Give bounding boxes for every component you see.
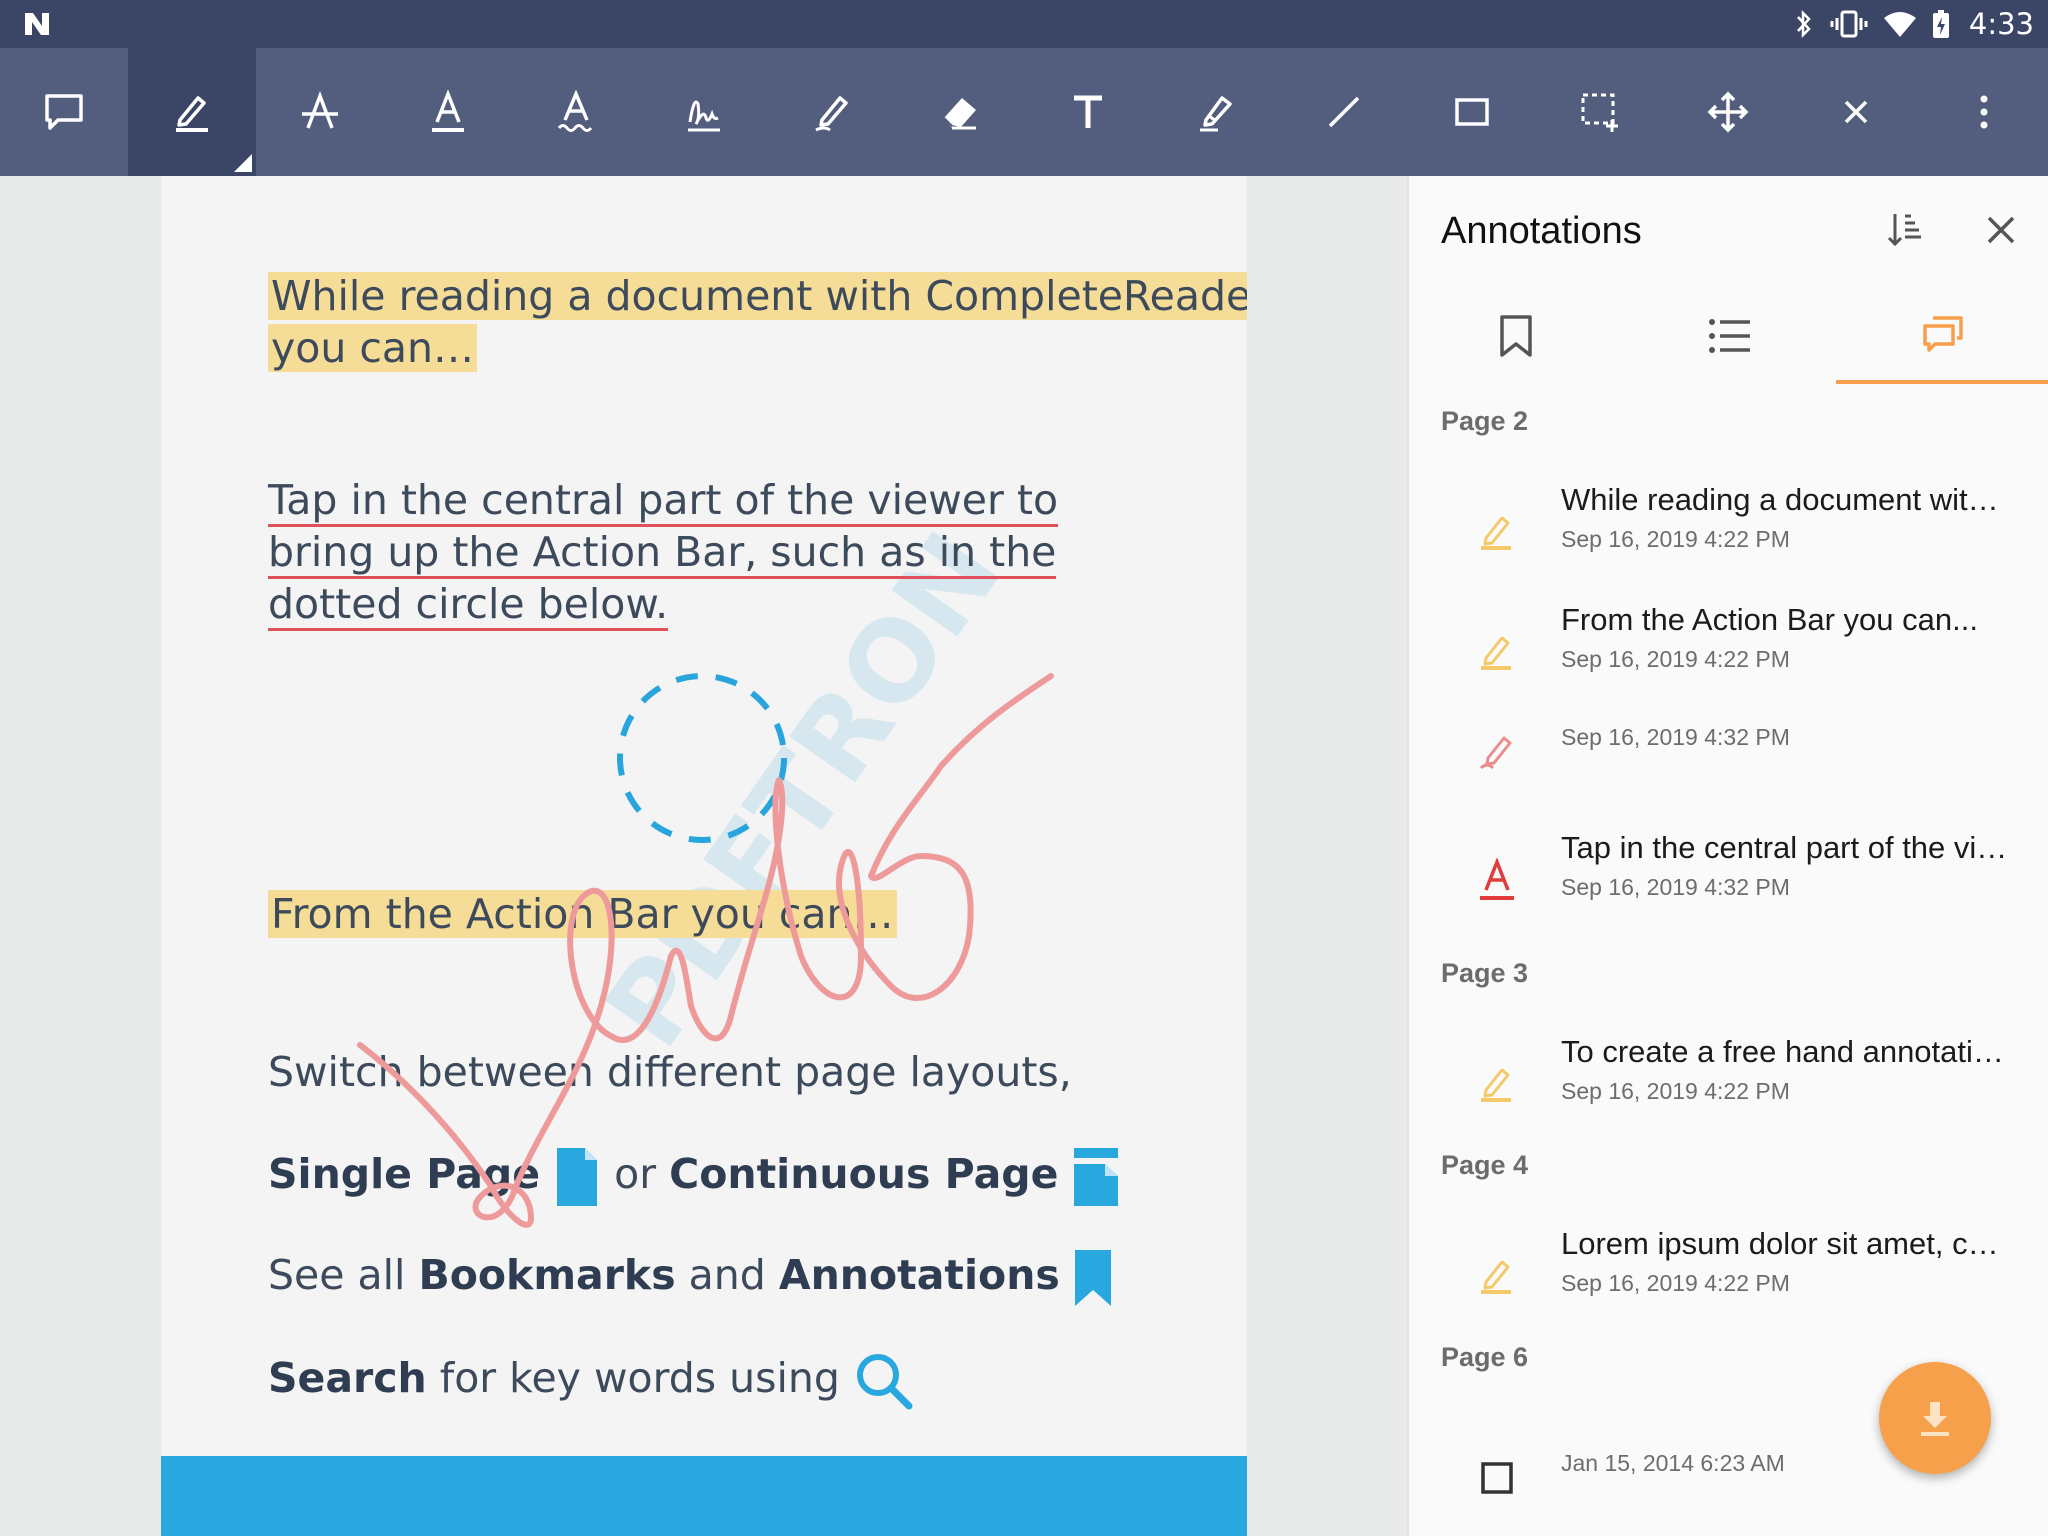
annotation-item[interactable]: From the Action Bar you can... Sep 16, 2… bbox=[1409, 596, 2048, 706]
annotation-title: From the Action Bar you can... bbox=[1561, 602, 1978, 637]
move-icon bbox=[1707, 91, 1749, 133]
signature-tool[interactable] bbox=[640, 48, 768, 176]
highlighter-icon bbox=[1469, 1056, 1525, 1112]
close-panel-button[interactable] bbox=[1969, 198, 2033, 262]
tool-options-indicator bbox=[234, 154, 252, 172]
list-icon bbox=[1709, 319, 1750, 353]
strikeout-tool[interactable] bbox=[256, 48, 384, 176]
more-vertical-icon bbox=[1980, 95, 1988, 129]
comment-tool[interactable] bbox=[0, 48, 128, 176]
annotation-date: Sep 16, 2019 4:22 PM bbox=[1561, 1078, 1790, 1104]
highlighter-icon bbox=[176, 96, 208, 132]
annotation-item[interactable]: To create a free hand annotati… Sep 16, … bbox=[1409, 1028, 2048, 1138]
pan-tool[interactable] bbox=[1664, 48, 1792, 176]
sort-button[interactable] bbox=[1873, 198, 1937, 262]
close-icon bbox=[1987, 216, 2015, 244]
strikeout-icon bbox=[302, 91, 338, 129]
annotation-date: Sep 16, 2019 4:22 PM bbox=[1561, 646, 1790, 672]
highlighter-icon bbox=[1469, 504, 1525, 560]
freehand-tool[interactable] bbox=[768, 48, 896, 176]
close-icon bbox=[1844, 100, 1868, 124]
pen-icon bbox=[815, 96, 848, 132]
annotation-title: Tap in the central part of the vi… bbox=[1561, 830, 2008, 865]
annotations-icon bbox=[1923, 316, 1963, 352]
highlighter-icon bbox=[1469, 1248, 1525, 1304]
annotation-title: While reading a document wit… bbox=[1561, 482, 1999, 517]
tab-bookmarks[interactable] bbox=[1409, 288, 1623, 384]
freetext-tool[interactable] bbox=[1024, 48, 1152, 176]
eraser-icon bbox=[943, 98, 976, 130]
rectangle-icon bbox=[1455, 98, 1489, 126]
annotation-date: Sep 16, 2019 4:32 PM bbox=[1561, 724, 1790, 750]
annotation-title: Lorem ipsum dolor sit amet, c… bbox=[1561, 1226, 1999, 1261]
annotation-toolbar bbox=[0, 48, 2048, 176]
bluetooth-icon bbox=[1796, 9, 1811, 39]
close-toolbar[interactable] bbox=[1792, 48, 1920, 176]
battery-icon bbox=[1932, 10, 1949, 38]
ink-overlay bbox=[357, 673, 1054, 1228]
panel-title: Annotations bbox=[1441, 210, 1642, 252]
annotation-date: Sep 16, 2019 4:22 PM bbox=[1561, 1270, 1790, 1296]
page-footer-bar bbox=[161, 1456, 1247, 1536]
line-icon bbox=[1328, 96, 1360, 128]
eraser-tool[interactable] bbox=[896, 48, 1024, 176]
overflow-menu[interactable] bbox=[1920, 48, 2048, 176]
comment-icon bbox=[45, 94, 83, 130]
freehand-highlight-tool[interactable] bbox=[1152, 48, 1280, 176]
squiggly-icon bbox=[557, 90, 593, 132]
download-icon bbox=[1921, 1402, 1949, 1436]
sort-icon bbox=[1887, 214, 1921, 247]
section-page-3: Page 3 bbox=[1441, 958, 1529, 988]
tab-outline[interactable] bbox=[1623, 288, 1837, 384]
annotation-item[interactable]: Sep 16, 2019 4:32 PM bbox=[1409, 696, 2048, 806]
dotted-circle-marker bbox=[617, 673, 787, 843]
vibrate-icon bbox=[1830, 10, 1868, 38]
tab-annotations[interactable] bbox=[1836, 288, 2048, 384]
section-page-4: Page 4 bbox=[1441, 1150, 1529, 1180]
annotation-item[interactable]: Lorem ipsum dolor sit amet, c… Sep 16, 2… bbox=[1409, 1220, 2048, 1330]
annotation-date: Sep 16, 2019 4:32 PM bbox=[1561, 874, 1790, 900]
annotation-title: To create a free hand annotati… bbox=[1561, 1034, 2004, 1069]
clock: 4:33 bbox=[1968, 7, 2034, 41]
ink-signature-annotation[interactable] bbox=[357, 673, 1054, 1228]
text-icon bbox=[1074, 95, 1102, 128]
annotation-date: Jan 15, 2014 6:23 AM bbox=[1561, 1450, 1785, 1476]
square-icon bbox=[1469, 1450, 1525, 1506]
section-page-6: Page 6 bbox=[1441, 1342, 1529, 1372]
bookmark-icon bbox=[1500, 315, 1532, 357]
rectangle-tool[interactable] bbox=[1408, 48, 1536, 176]
dashed-select-icon bbox=[1581, 93, 1618, 132]
android-n-icon bbox=[25, 13, 49, 35]
pdf-page[interactable]: PDFTRON While reading a document with Co… bbox=[161, 176, 1247, 1536]
annotation-item[interactable]: While reading a document wit… Sep 16, 20… bbox=[1409, 476, 2048, 586]
squiggly-tool[interactable] bbox=[512, 48, 640, 176]
section-page-2: Page 2 bbox=[1441, 406, 1529, 436]
highlighter-icon bbox=[1469, 624, 1525, 680]
underline-icon bbox=[432, 90, 464, 132]
annotation-date: Sep 16, 2019 4:22 PM bbox=[1561, 526, 1790, 552]
signature-icon bbox=[688, 100, 720, 132]
status-icons: 4:33 bbox=[1793, 0, 2034, 48]
wifi-icon bbox=[1883, 12, 1916, 37]
line-tool[interactable] bbox=[1280, 48, 1408, 176]
marker-icon bbox=[1200, 96, 1232, 132]
document-viewer[interactable]: PDFTRON While reading a document with Co… bbox=[0, 176, 1407, 1536]
select-area-tool[interactable] bbox=[1536, 48, 1664, 176]
highlight-tool[interactable] bbox=[128, 48, 256, 176]
export-annotations-button[interactable] bbox=[1879, 1362, 1991, 1474]
annotation-item[interactable]: Tap in the central part of the vi… Sep 1… bbox=[1409, 824, 2048, 934]
underline-icon bbox=[1469, 852, 1525, 908]
annotations-panel: Annotations Page 2 While reading a docum… bbox=[1407, 176, 2048, 1536]
ink-pen-icon bbox=[1469, 724, 1525, 780]
status-bar: 4:33 bbox=[0, 0, 2048, 48]
underline-tool[interactable] bbox=[384, 48, 512, 176]
